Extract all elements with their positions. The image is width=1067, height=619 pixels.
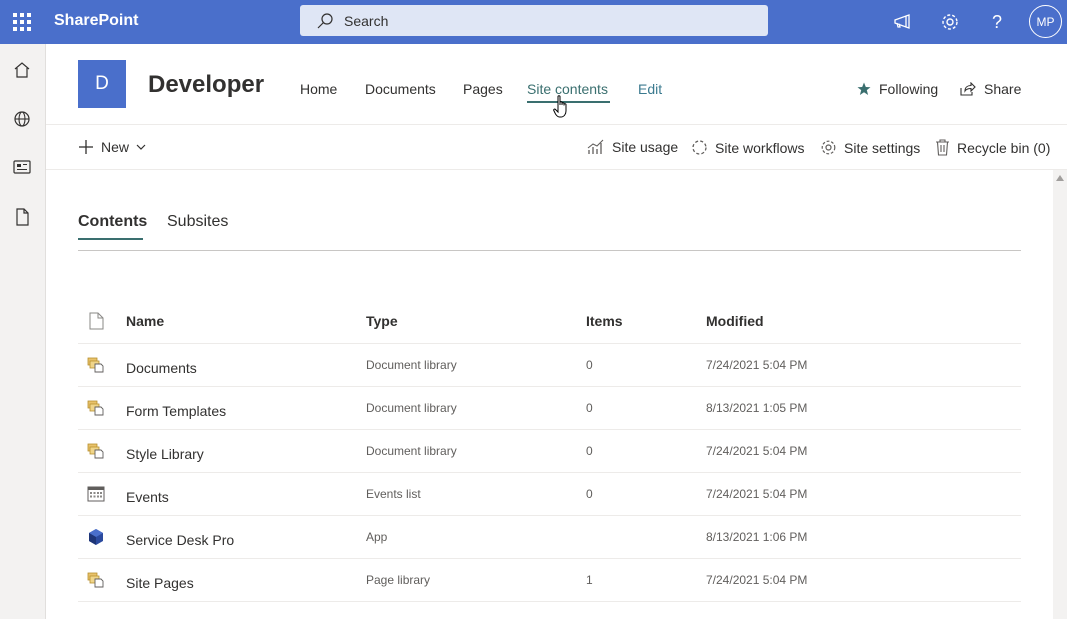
item-count: 1 [586, 573, 593, 587]
column-header-modified[interactable]: Modified [706, 313, 764, 329]
file-type-header-icon[interactable] [89, 312, 104, 335]
tab-contents[interactable]: Contents [78, 213, 147, 231]
app-icon [87, 528, 105, 546]
item-name-link[interactable]: Service Desk Pro [126, 532, 234, 548]
suite-bar: SharePoint Search ? MP [0, 0, 1067, 44]
calendar-icon [87, 485, 105, 503]
news-icon[interactable] [11, 156, 33, 178]
commandbar-divider [46, 169, 1067, 170]
nav-home[interactable]: Home [300, 81, 337, 97]
avatar[interactable]: MP [1029, 5, 1062, 38]
workflow-icon [692, 140, 707, 155]
table-row[interactable]: Form Templates Document library 0 8/13/2… [78, 386, 1021, 429]
site-logo[interactable]: D [78, 60, 126, 108]
column-header-items[interactable]: Items [586, 313, 623, 329]
share-button[interactable]: Share [960, 81, 1021, 97]
nav-pages[interactable]: Pages [463, 81, 503, 97]
vertical-scrollbar[interactable] [1053, 170, 1067, 619]
item-modified: 7/24/2021 5:04 PM [706, 358, 808, 372]
table-row[interactable]: Style Library Document library 0 7/24/20… [78, 429, 1021, 472]
trash-icon [936, 139, 949, 156]
search-box[interactable]: Search [300, 5, 768, 36]
following-button[interactable]: Following [857, 81, 938, 97]
library-icon [87, 399, 105, 417]
tab-divider [78, 250, 1021, 251]
library-icon [87, 442, 105, 460]
table-row[interactable]: Events Events list 0 7/24/2021 5:04 PM [78, 472, 1021, 515]
file-icon[interactable] [11, 206, 33, 228]
site-usage-label: Site usage [612, 139, 679, 155]
item-count: 0 [586, 444, 593, 458]
share-label: Share [984, 81, 1022, 97]
item-type: Events list [366, 487, 421, 501]
new-label: New [101, 139, 130, 155]
column-header-name[interactable]: Name [126, 313, 164, 329]
tab-active-indicator [78, 238, 143, 240]
site-settings-label: Site settings [844, 139, 921, 156]
row-divider [78, 601, 1021, 602]
hand-cursor-icon [553, 95, 571, 124]
header-divider [46, 124, 1067, 125]
item-name-link[interactable]: Site Pages [126, 575, 194, 591]
item-type: Document library [366, 401, 457, 415]
home-icon[interactable] [11, 59, 33, 81]
site-title[interactable]: Developer [148, 71, 264, 99]
app-bar [0, 44, 46, 619]
item-count: 0 [586, 487, 593, 501]
item-modified: 7/24/2021 5:04 PM [706, 444, 808, 458]
plus-icon [79, 140, 93, 154]
nav-documents[interactable]: Documents [365, 81, 436, 97]
item-name-link[interactable]: Form Templates [126, 403, 226, 419]
search-icon [317, 13, 333, 29]
item-name-link[interactable]: Events [126, 489, 169, 505]
table-row[interactable]: Documents Document library 0 7/24/2021 5… [78, 343, 1021, 386]
item-name-link[interactable]: Style Library [126, 446, 204, 462]
new-button[interactable]: New [78, 139, 146, 155]
item-type: App [366, 530, 388, 544]
item-modified: 7/24/2021 5:04 PM [706, 487, 808, 501]
table-row[interactable]: Service Desk Pro App 8/13/2021 1:06 PM [78, 515, 1021, 558]
help-icon[interactable]: ? [985, 10, 1009, 34]
brand-link[interactable]: SharePoint [54, 12, 138, 30]
scroll-up-arrow-icon[interactable] [1056, 175, 1064, 181]
tab-subsites[interactable]: Subsites [167, 213, 228, 231]
item-type: Document library [366, 358, 457, 372]
recycle-bin-button[interactable]: Recycle bin (0) [935, 139, 1050, 156]
gear-icon[interactable] [938, 10, 962, 34]
item-type: Document library [366, 444, 457, 458]
nav-edit-link[interactable]: Edit [638, 81, 662, 97]
share-icon [960, 82, 976, 96]
globe-icon[interactable] [11, 108, 33, 130]
item-type: Page library [366, 573, 431, 587]
recycle-bin-label: Recycle bin (0) [957, 139, 1051, 156]
item-modified: 8/13/2021 1:06 PM [706, 530, 808, 544]
search-placeholder: Search [344, 13, 389, 29]
library-icon [87, 571, 105, 589]
following-label: Following [879, 81, 939, 97]
app-launcher-icon[interactable] [13, 13, 31, 31]
table-row[interactable]: Site Pages Page library 1 7/24/2021 5:04… [78, 558, 1021, 601]
chart-icon [587, 139, 604, 154]
library-icon [87, 356, 105, 374]
site-settings-button[interactable]: Site settings [820, 139, 920, 156]
item-name-link[interactable]: Documents [126, 360, 197, 376]
site-usage-button[interactable]: Site usage [587, 139, 678, 155]
item-modified: 8/13/2021 1:05 PM [706, 401, 808, 415]
gear-icon [821, 140, 836, 155]
star-icon [857, 82, 871, 95]
chevron-down-icon [136, 144, 146, 150]
item-modified: 7/24/2021 5:04 PM [706, 573, 808, 587]
site-workflows-label: Site workflows [715, 139, 805, 156]
item-count: 0 [586, 358, 593, 372]
column-header-type[interactable]: Type [366, 313, 398, 329]
site-workflows-button[interactable]: Site workflows [691, 139, 804, 156]
megaphone-icon[interactable] [890, 10, 914, 34]
item-count: 0 [586, 401, 593, 415]
